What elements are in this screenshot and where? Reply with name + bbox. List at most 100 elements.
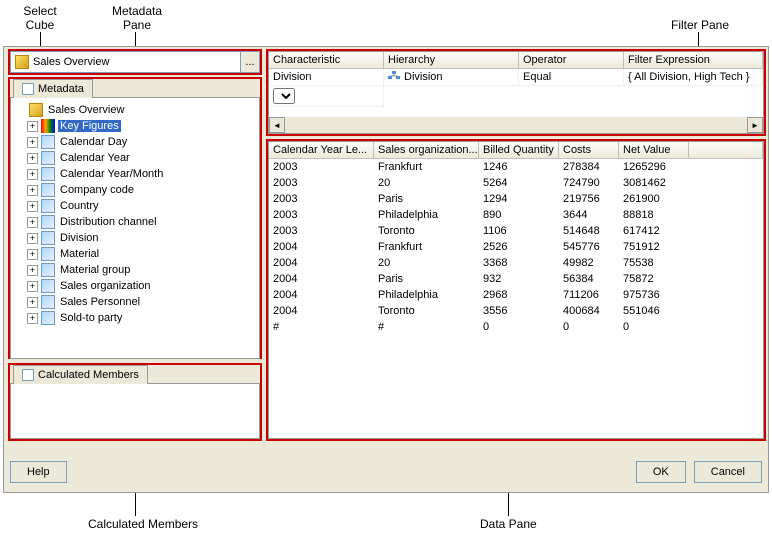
dimension-icon bbox=[41, 231, 55, 245]
table-row[interactable]: 20032052647247903081462 bbox=[269, 175, 763, 191]
tree-item[interactable]: +Sold-to party bbox=[15, 310, 255, 326]
tree-item[interactable]: +Division bbox=[15, 230, 255, 246]
data-header[interactable]: Calendar Year Le... bbox=[269, 142, 374, 159]
filter-scrollbar[interactable]: ◄ ► bbox=[269, 117, 763, 133]
filter-header[interactable]: Hierarchy bbox=[384, 52, 519, 68]
tree-item[interactable]: + Country bbox=[15, 198, 255, 214]
tree-expander[interactable]: + bbox=[27, 249, 38, 260]
table-cell: Paris bbox=[374, 271, 479, 287]
help-button[interactable]: Help bbox=[10, 461, 67, 483]
filter-operator[interactable]: Equal bbox=[519, 69, 624, 86]
tree-item-label: Calendar Year/Month bbox=[58, 168, 165, 180]
tree-item[interactable]: +Sales Personnel bbox=[15, 294, 255, 310]
filter-hierarchy-cell[interactable]: Division bbox=[384, 69, 519, 86]
scroll-right-button[interactable]: ► bbox=[747, 117, 763, 133]
table-cell: 20 bbox=[374, 255, 479, 271]
tree-expander[interactable]: + bbox=[27, 121, 38, 132]
tree-item[interactable]: + Material bbox=[15, 246, 255, 262]
data-pane: Calendar Year Le... Sales organization..… bbox=[268, 141, 764, 439]
table-cell: 2003 bbox=[269, 175, 374, 191]
ok-button[interactable]: OK bbox=[636, 461, 686, 483]
table-row[interactable]: 2003Paris1294219756261900 bbox=[269, 191, 763, 207]
tree-expander[interactable]: + bbox=[27, 313, 38, 324]
tree-expander[interactable]: + bbox=[27, 169, 38, 180]
table-cell: 219756 bbox=[559, 191, 619, 207]
metadata-tab[interactable]: Metadata bbox=[13, 79, 93, 98]
tree-item[interactable]: + Calendar Year/Month bbox=[15, 166, 255, 182]
data-header[interactable]: Net Value bbox=[619, 142, 689, 159]
table-row[interactable]: 2004Paris9325638475872 bbox=[269, 271, 763, 287]
data-header[interactable]: Billed Quantity bbox=[479, 142, 559, 159]
data-header[interactable]: Sales organization... bbox=[374, 142, 479, 159]
metadata-tree[interactable]: Sales Overview+Key Figures+Calendar Day+… bbox=[11, 98, 259, 358]
tree-item[interactable]: + Distribution channel bbox=[15, 214, 255, 230]
callout-filter-pane: Filter Pane bbox=[665, 18, 735, 32]
app-frame: Sales Overview ... Metadata Sales Overvi… bbox=[3, 46, 769, 493]
cube-browse-button[interactable]: ... bbox=[240, 51, 260, 73]
tree-expander[interactable]: + bbox=[27, 153, 38, 164]
tree-item-label: Country bbox=[58, 200, 101, 212]
table-row[interactable]: 2004Philadelphia2968711206975736 bbox=[269, 287, 763, 303]
table-row[interactable]: 2003Frankfurt12462783841265296 bbox=[269, 159, 763, 175]
table-row[interactable]: 20042033684998275538 bbox=[269, 255, 763, 271]
filter-header[interactable]: Filter Expression bbox=[624, 52, 763, 68]
filter-row[interactable] bbox=[269, 86, 763, 107]
table-cell: 2004 bbox=[269, 255, 374, 271]
filter-header[interactable]: Operator bbox=[519, 52, 624, 68]
callout-calc-members: Calculated Members bbox=[88, 517, 198, 531]
filter-characteristic[interactable] bbox=[269, 86, 384, 107]
tree-expander[interactable]: + bbox=[27, 137, 38, 148]
table-cell: 2004 bbox=[269, 271, 374, 287]
table-cell: 49982 bbox=[559, 255, 619, 271]
filter-row[interactable]: DivisionDivisionEqual{ All Division, Hig… bbox=[269, 69, 763, 86]
data-header-row: Calendar Year Le... Sales organization..… bbox=[269, 142, 763, 159]
filter-expression[interactable]: { All Division, High Tech } bbox=[624, 69, 763, 86]
tree-item-label: Material bbox=[58, 248, 101, 260]
table-row[interactable]: 2004Frankfurt2526545776751912 bbox=[269, 239, 763, 255]
tree-item[interactable]: +Sales organization bbox=[15, 278, 255, 294]
metadata-tab-label: Metadata bbox=[38, 83, 84, 95]
tree-expander[interactable]: + bbox=[27, 281, 38, 292]
tree-item[interactable]: +Calendar Year bbox=[15, 150, 255, 166]
button-bar: Help OK Cancel bbox=[10, 458, 762, 486]
tree-expander[interactable]: + bbox=[27, 217, 38, 228]
cancel-button[interactable]: Cancel bbox=[694, 461, 762, 483]
table-cell: 0 bbox=[479, 319, 559, 335]
table-row[interactable]: 2004Toronto3556400684551046 bbox=[269, 303, 763, 319]
table-cell: 975736 bbox=[619, 287, 689, 303]
table-row[interactable]: 2003Philadelphia890364488818 bbox=[269, 207, 763, 223]
filter-pane: Characteristic Hierarchy Operator Filter… bbox=[268, 51, 764, 134]
tree-expander[interactable]: + bbox=[27, 185, 38, 196]
scroll-left-button[interactable]: ◄ bbox=[269, 117, 285, 133]
key-figures-icon bbox=[41, 119, 55, 133]
table-cell: 56384 bbox=[559, 271, 619, 287]
filter-characteristic[interactable]: Division bbox=[269, 69, 384, 86]
calc-members-tab-label: Calculated Members bbox=[38, 369, 139, 381]
tree-item[interactable]: +Material group bbox=[15, 262, 255, 278]
tree-item-label: Distribution channel bbox=[58, 216, 159, 228]
tree-expander[interactable]: + bbox=[27, 201, 38, 212]
tree-expander[interactable]: + bbox=[27, 265, 38, 276]
calc-members-tab[interactable]: Calculated Members bbox=[13, 365, 148, 384]
callout-data-pane: Data Pane bbox=[480, 517, 537, 531]
tree-expander[interactable]: + bbox=[27, 233, 38, 244]
tree-expander[interactable]: + bbox=[27, 297, 38, 308]
table-cell: 617412 bbox=[619, 223, 689, 239]
table-cell: 2004 bbox=[269, 287, 374, 303]
dimension-icon bbox=[41, 311, 55, 325]
tree-item[interactable]: +Company code bbox=[15, 182, 255, 198]
cube-selector[interactable]: Sales Overview bbox=[10, 51, 260, 73]
tree-item[interactable]: +Key Figures bbox=[15, 118, 255, 134]
data-header[interactable]: Costs bbox=[559, 142, 619, 159]
filter-header[interactable]: Characteristic bbox=[269, 52, 384, 68]
table-cell: 2004 bbox=[269, 239, 374, 255]
table-cell: Frankfurt bbox=[374, 239, 479, 255]
tree-item[interactable]: +Calendar Day bbox=[15, 134, 255, 150]
table-cell: 3556 bbox=[479, 303, 559, 319]
dimension-icon bbox=[41, 135, 55, 149]
tree-root[interactable]: Sales Overview bbox=[15, 102, 255, 118]
dimension-icon bbox=[41, 295, 55, 309]
table-row[interactable]: ##000 bbox=[269, 319, 763, 335]
table-row[interactable]: 2003Toronto1106514648617412 bbox=[269, 223, 763, 239]
table-cell: 75538 bbox=[619, 255, 689, 271]
